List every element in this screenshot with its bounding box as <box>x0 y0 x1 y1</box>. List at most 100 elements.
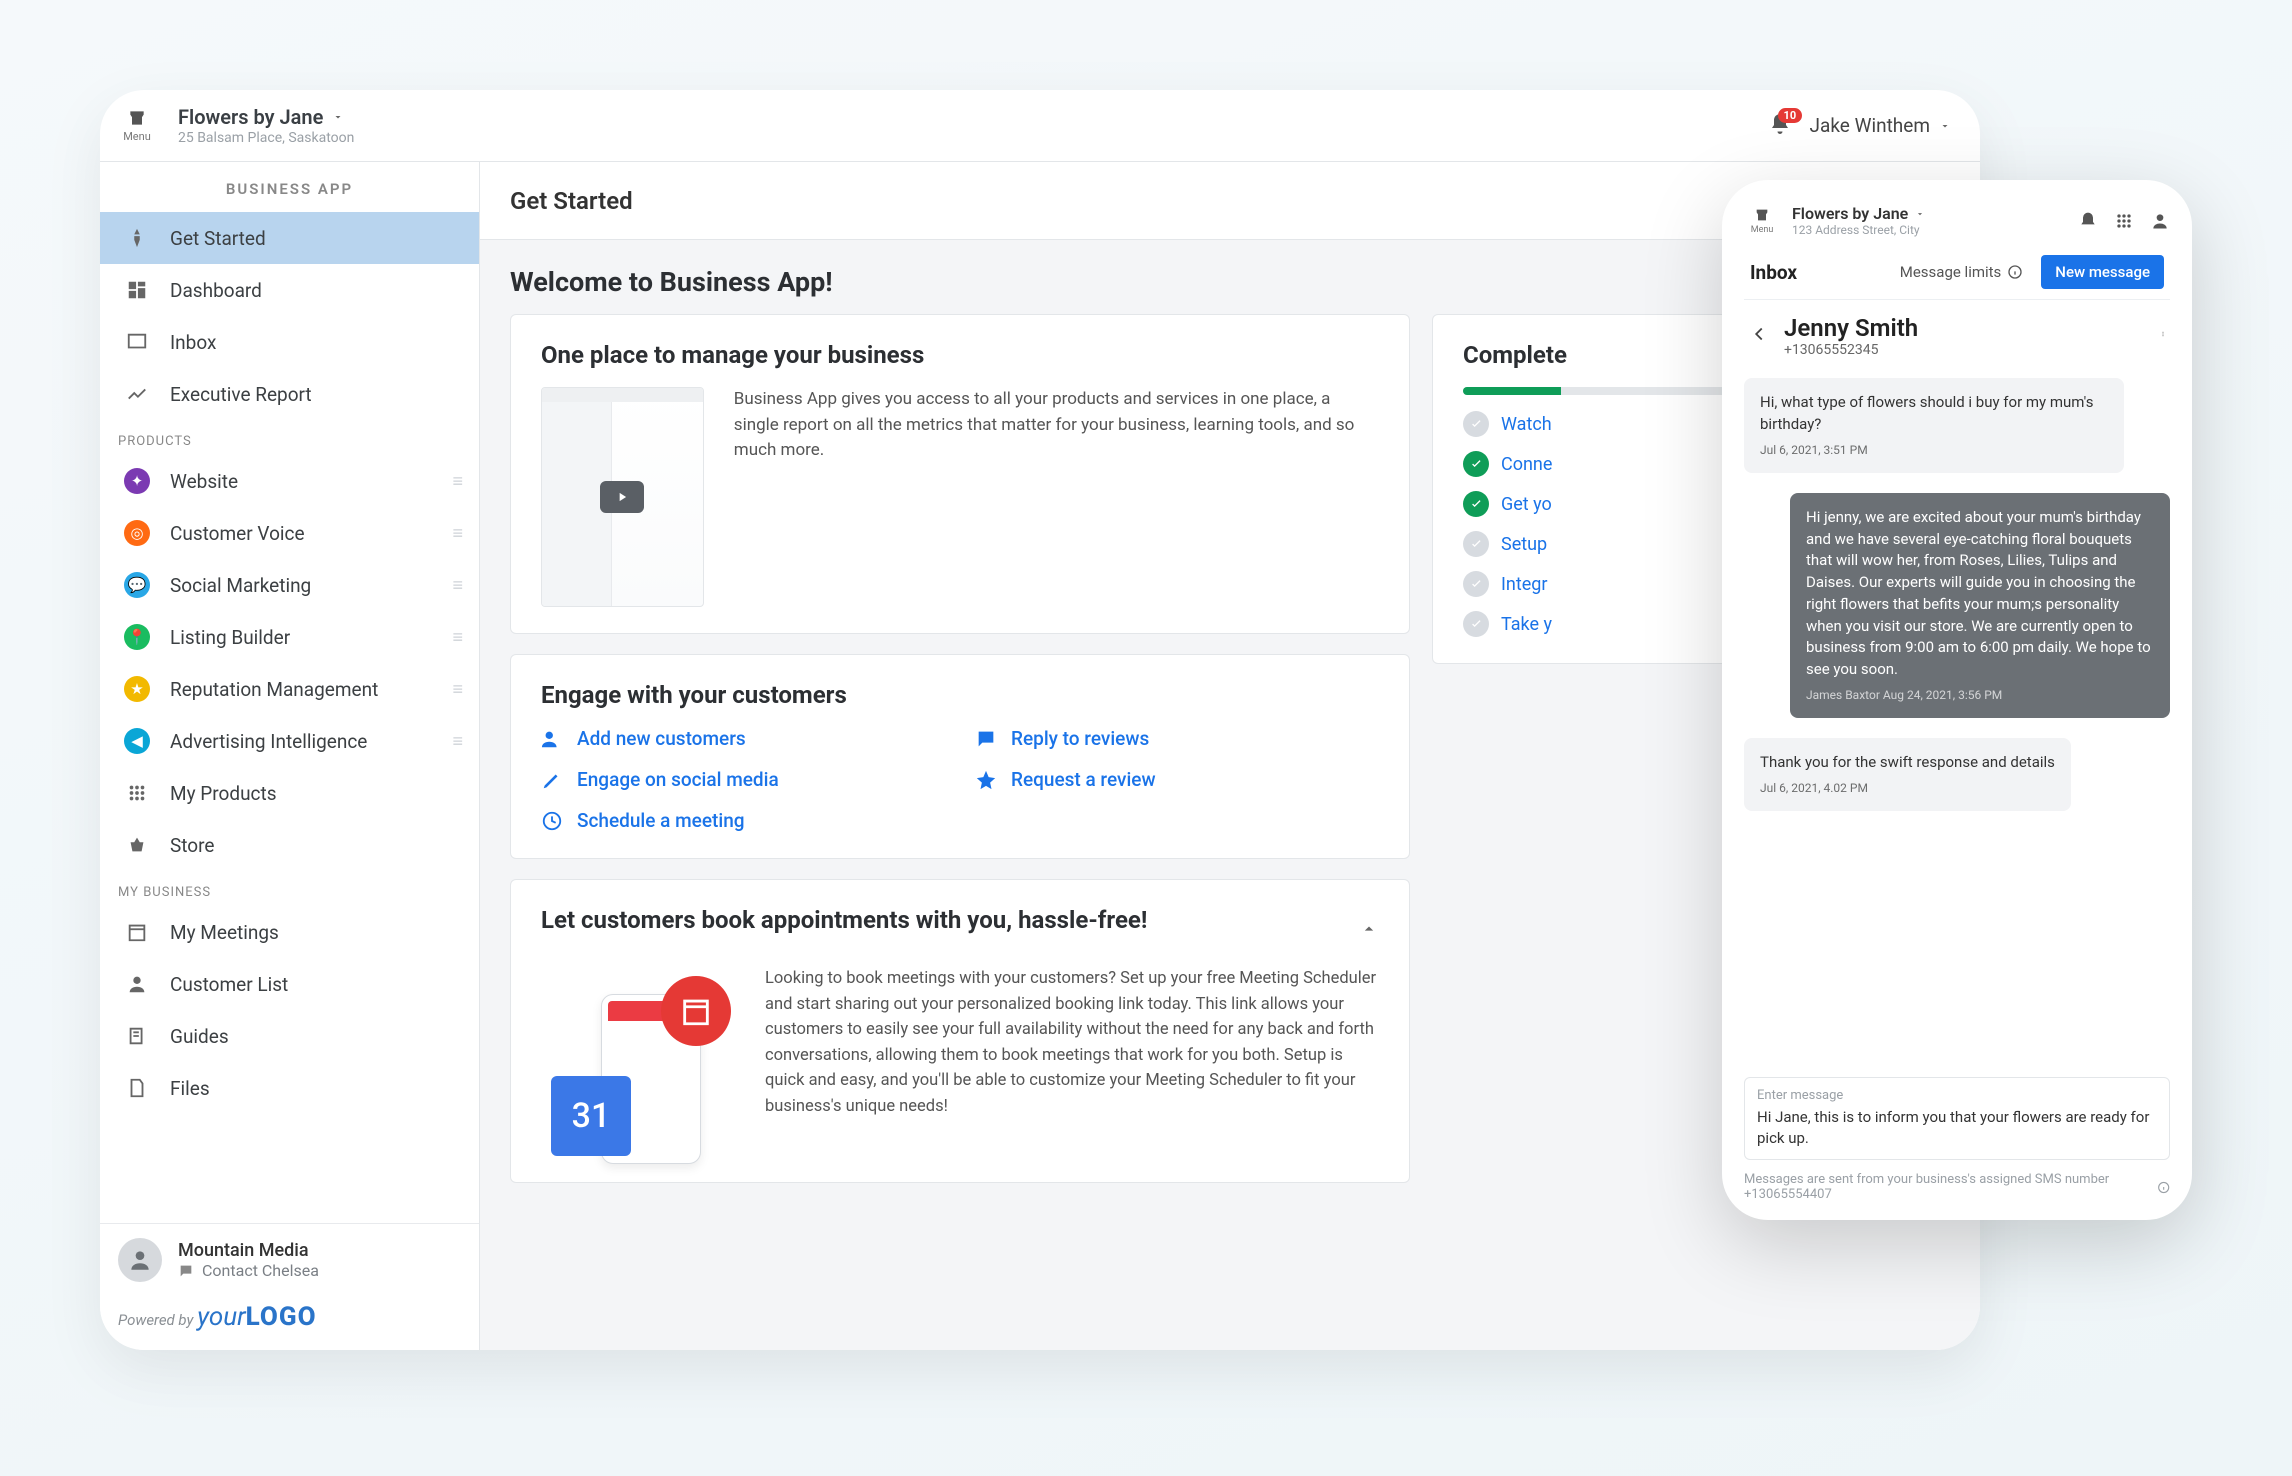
message-incoming: Hi, what type of flowers should i buy fo… <box>1744 378 2124 473</box>
sidebar-item-guides[interactable]: Guides <box>100 1010 479 1062</box>
trend-icon <box>126 383 148 405</box>
message-text: Thank you for the swift response and det… <box>1760 752 2055 774</box>
menu-label: Menu <box>123 130 151 143</box>
person-icon <box>127 1247 153 1273</box>
sidebar-item-inbox[interactable]: Inbox <box>100 316 479 368</box>
setup-item[interactable]: Watch <box>1463 411 1761 437</box>
sidebar-item-customer-list[interactable]: Customer List <box>100 958 479 1010</box>
sidebar-item-label: Guides <box>170 1025 229 1048</box>
drag-handle-icon[interactable]: ≡ <box>452 731 461 752</box>
progress-bar <box>1463 387 1761 395</box>
business-app-window: Menu Flowers by Jane 25 Balsam Place, Sa… <box>100 90 1980 1350</box>
setup-item[interactable]: Integr <box>1463 571 1761 597</box>
message-incoming: Thank you for the swift response and det… <box>1744 738 2071 811</box>
mobile-inbox-window: Menu Flowers by Jane 123 Address Street,… <box>1722 180 2192 1220</box>
new-message-button[interactable]: New message <box>2041 255 2164 289</box>
drag-handle-icon[interactable]: ≡ <box>452 627 461 648</box>
message-limits-link[interactable]: Message limits <box>1900 263 2024 281</box>
inbox-icon <box>126 331 148 353</box>
basket-icon <box>126 834 148 856</box>
drag-handle-icon[interactable]: ≡ <box>452 679 461 700</box>
engage-social-media[interactable]: Engage on social media <box>541 768 945 791</box>
sidebar-item-social-marketing[interactable]: 💬 Social Marketing ≡ <box>100 559 479 611</box>
sidebar-footer[interactable]: Mountain Media Contact Chelsea <box>100 1223 479 1292</box>
drag-handle-icon[interactable]: ≡ <box>452 575 461 596</box>
kebab-icon <box>2160 323 2166 345</box>
chevron-down-icon <box>1938 120 1952 132</box>
sidebar-section-mybusiness: MY BUSINESS <box>100 871 479 906</box>
powered-by: Powered by yourLOGO <box>100 1292 479 1350</box>
sidebar-item-label: Inbox <box>170 331 216 354</box>
business-address: 25 Balsam Place, Saskatoon <box>178 130 354 146</box>
sidebar-item-label: My Meetings <box>170 921 279 944</box>
sidebar-item-my-products[interactable]: My Products <box>100 767 479 819</box>
intro-video-thumbnail[interactable] <box>541 387 704 607</box>
card-title: Let customers book appointments with you… <box>541 906 1147 934</box>
drag-handle-icon[interactable]: ≡ <box>452 471 461 492</box>
info-icon[interactable] <box>2157 1180 2170 1195</box>
voice-icon: ◎ <box>124 520 150 546</box>
star-icon <box>975 769 997 791</box>
message-timestamp: James Baxtor Aug 24, 2021, 3:56 PM <box>1806 687 2154 704</box>
dashboard-icon <box>126 279 148 301</box>
sidebar-item-my-meetings[interactable]: My Meetings <box>100 906 479 958</box>
compose-value: Hi Jane, this is to inform you that your… <box>1757 1107 2157 1149</box>
setup-item[interactable]: Take y <box>1463 611 1761 637</box>
chat-icon <box>975 728 997 750</box>
grid-icon <box>126 782 148 804</box>
sidebar-item-advertising[interactable]: ◀ Advertising Intelligence ≡ <box>100 715 479 767</box>
partner-name: Mountain Media <box>178 1240 319 1261</box>
person-icon[interactable] <box>2150 211 2170 231</box>
avatar <box>118 1238 162 1282</box>
engage-request-review[interactable]: Request a review <box>975 768 1379 791</box>
compose-input[interactable]: Enter message Hi Jane, this is to inform… <box>1744 1077 2170 1160</box>
engage-reply-reviews[interactable]: Reply to reviews <box>975 727 1379 750</box>
user-menu[interactable]: Jake Winthem <box>1810 114 1952 137</box>
storefront-icon <box>1753 207 1771 223</box>
arrow-left-icon <box>1748 323 1770 345</box>
more-menu-button[interactable] <box>2160 323 2166 349</box>
book-icon <box>126 1025 148 1047</box>
user-name-label: Jake Winthem <box>1810 114 1930 137</box>
phone-topbar: Menu Flowers by Jane 123 Address Street,… <box>1744 204 2170 237</box>
setup-item[interactable]: Get yo <box>1463 491 1761 517</box>
sidebar-item-website[interactable]: ✦ Website ≡ <box>100 455 479 507</box>
logo-part-2: LOGO <box>246 1302 317 1332</box>
bell-icon[interactable] <box>2078 211 2098 231</box>
card-body: Business App gives you access to all you… <box>734 387 1379 607</box>
one-place-card: One place to manage your business Busine… <box>510 314 1410 634</box>
sidebar-item-reputation[interactable]: ★ Reputation Management ≡ <box>100 663 479 715</box>
chevron-up-icon[interactable] <box>1359 919 1379 939</box>
engage-schedule-meeting[interactable]: Schedule a meeting <box>541 809 945 832</box>
apps-icon[interactable] <box>2114 211 2134 231</box>
clock-icon <box>541 810 563 832</box>
back-button[interactable] <box>1748 323 1770 349</box>
menu-button[interactable]: Menu <box>114 108 160 143</box>
drag-handle-icon[interactable]: ≡ <box>452 523 461 544</box>
sidebar-item-store[interactable]: Store <box>100 819 479 871</box>
inbox-tab[interactable]: Inbox <box>1750 261 1797 284</box>
sidebar-item-executive-report[interactable]: Executive Report <box>100 368 479 420</box>
sidebar-item-customer-voice[interactable]: ◎ Customer Voice ≡ <box>100 507 479 559</box>
check-pending-icon <box>1463 411 1489 437</box>
engage-card: Engage with your customers Add new custo… <box>510 654 1410 859</box>
setup-item[interactable]: Setup <box>1463 531 1761 557</box>
sidebar-item-label: Advertising Intelligence <box>170 730 367 753</box>
business-selector[interactable]: Flowers by Jane 25 Balsam Place, Saskato… <box>178 105 354 146</box>
setup-item[interactable]: Conne <box>1463 451 1761 477</box>
sidebar-item-get-started[interactable]: Get Started <box>100 212 479 264</box>
sidebar-item-listing-builder[interactable]: 📍 Listing Builder ≡ <box>100 611 479 663</box>
sidebar-item-dashboard[interactable]: Dashboard <box>100 264 479 316</box>
notifications-button[interactable]: 10 <box>1768 112 1792 140</box>
phone-menu-button[interactable]: Menu <box>1744 207 1780 235</box>
sidebar-item-files[interactable]: Files <box>100 1062 479 1114</box>
engage-add-customers[interactable]: Add new customers <box>541 727 945 750</box>
sms-footer: Messages are sent from your business's a… <box>1744 1172 2170 1202</box>
sidebar-item-label: My Products <box>170 782 277 805</box>
phone-business-selector[interactable]: Flowers by Jane 123 Address Street, City <box>1792 204 2066 237</box>
message-thread[interactable]: Hi, what type of flowers should i buy fo… <box>1744 366 2170 1069</box>
chat-icon <box>178 1263 194 1279</box>
contact-link[interactable]: Contact Chelsea <box>178 1261 319 1280</box>
sidebar-item-label: Get Started <box>170 227 266 250</box>
powered-label: Powered by <box>118 1311 193 1329</box>
